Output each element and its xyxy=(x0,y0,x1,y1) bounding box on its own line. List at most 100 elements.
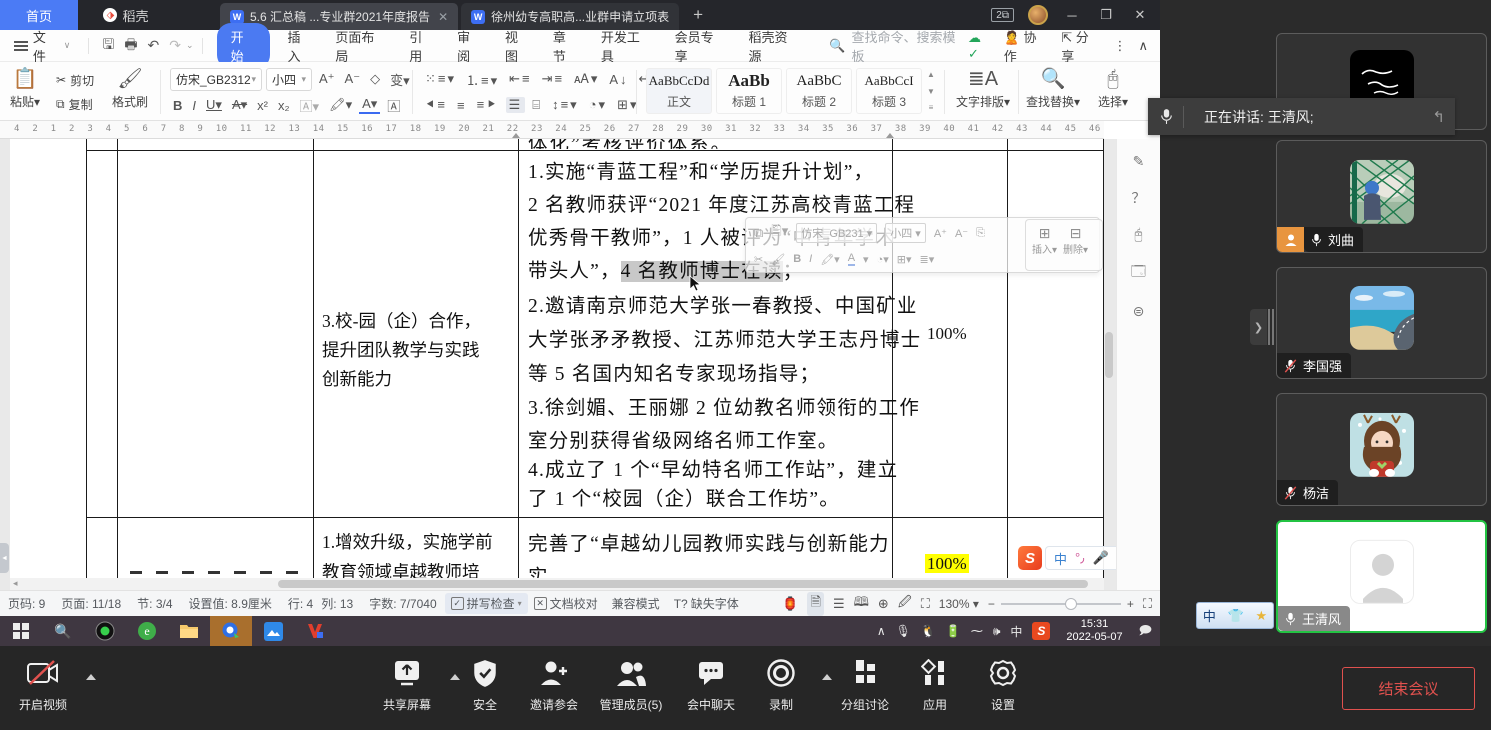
vertical-scroll-thumb[interactable] xyxy=(1105,332,1113,378)
undo-icon[interactable]: ↶ xyxy=(143,37,165,54)
participant-tile-speaking[interactable]: 王清风 xyxy=(1276,520,1487,633)
menu-item-devtools[interactable]: 开发工具 xyxy=(590,27,664,65)
status-setting[interactable]: 设置值: 8.9厘米 xyxy=(181,595,280,612)
wps-app-icon[interactable] xyxy=(294,616,336,646)
tray-volume-icon[interactable]: 🕪 xyxy=(993,624,1001,639)
sort-icon[interactable]: A↓ xyxy=(606,72,631,87)
clear-format-icon[interactable]: ◇ xyxy=(367,71,383,87)
photos-app-icon[interactable] xyxy=(252,616,294,646)
share-button[interactable]: ⇱ 分享 xyxy=(1061,27,1101,65)
left-panel-handle[interactable]: ◄ xyxy=(0,543,9,573)
compat-mode-badge[interactable]: 兼容模式 xyxy=(604,595,668,612)
style-heading1[interactable]: AaBb 标题 1 xyxy=(716,68,782,114)
find-replace-button[interactable]: 🔍 查找替换▾ xyxy=(1024,67,1082,110)
layers-icon[interactable]: ⊜ xyxy=(1133,303,1145,320)
italic-icon[interactable]: I xyxy=(189,98,199,113)
horizontal-scrollbar[interactable]: ◂ xyxy=(10,578,1104,590)
account-avatar[interactable] xyxy=(1028,5,1048,25)
tray-expand-icon[interactable]: ∧ xyxy=(877,624,886,638)
redo-icon[interactable]: ↷ xyxy=(164,37,186,54)
participant-tile[interactable]: 刘曲 xyxy=(1276,140,1487,253)
status-page[interactable]: 页面: 11/18 xyxy=(53,595,129,612)
style-normal[interactable]: AaBbCcDd 正文 xyxy=(646,68,712,114)
note-icon[interactable]: 🗔 xyxy=(1131,261,1146,285)
save-icon[interactable]: 🖫 xyxy=(97,34,119,58)
invite-button[interactable]: 邀请参会 xyxy=(515,654,593,713)
distribute-icon[interactable]: ⌸ xyxy=(529,97,545,113)
minimize-button[interactable]: ─ xyxy=(1062,8,1082,23)
close-button[interactable]: ✕ xyxy=(1130,7,1150,23)
style-heading3[interactable]: AaBbCcI 标题 3 xyxy=(856,68,922,114)
menu-item-review[interactable]: 审阅 xyxy=(446,27,494,65)
font-size-select[interactable]: 小四▾ xyxy=(266,68,312,91)
video-options-arrow[interactable] xyxy=(86,674,96,680)
panel-collapse-button[interactable]: ❯ xyxy=(1250,309,1267,345)
tab-home[interactable]: 首页 xyxy=(0,0,78,30)
zoom-out-icon[interactable]: − xyxy=(988,597,995,611)
end-meeting-button[interactable]: 结束会议 xyxy=(1342,667,1475,710)
cloud-sync-icon[interactable]: ☁✓ xyxy=(968,30,992,62)
pinyin-guide-icon[interactable]: 变▾ xyxy=(387,70,413,89)
zoom-slider-knob[interactable] xyxy=(1065,598,1077,610)
file-explorer-icon[interactable] xyxy=(168,616,210,646)
underline-icon[interactable]: U▾ xyxy=(203,97,225,113)
notification-center-icon[interactable]: 🗩 xyxy=(1139,621,1152,642)
quickbar-chevron-icon[interactable]: ⌄ xyxy=(186,40,194,51)
status-page-number[interactable]: 页码: 9 xyxy=(0,595,53,612)
format-painter-button[interactable]: 🖌 格式刷 xyxy=(112,67,148,110)
copy-button[interactable]: ⧉ 复制 xyxy=(56,92,93,116)
spell-check-toggle[interactable]: ✓拼写检查▾ xyxy=(445,593,528,614)
tray-wifi-icon[interactable]: ⁓ xyxy=(971,624,983,638)
horizontal-scroll-thumb[interactable] xyxy=(278,580,1088,588)
proofread-toggle[interactable]: ✕文档校对 xyxy=(528,593,604,614)
select-button[interactable]: 🖰 选择▾ xyxy=(1090,67,1136,110)
zoom-in-icon[interactable]: + xyxy=(1127,597,1134,611)
font-name-select[interactable]: 仿宋_GB2312▾ xyxy=(170,68,262,91)
menu-item-docer-resources[interactable]: 稻壳资源 xyxy=(737,27,811,65)
numbered-list-icon[interactable]: ⒈≡▾ xyxy=(463,70,502,89)
justify-icon[interactable]: ☰ xyxy=(506,97,526,113)
decrease-font-icon[interactable]: A⁻ xyxy=(342,71,364,87)
table-delete-button[interactable]: ⊟删除▾ xyxy=(1063,225,1088,265)
style-gallery-scroll[interactable]: ▲▼≡ xyxy=(924,68,938,114)
ime-tool-icon[interactable]: °٫ xyxy=(1075,550,1084,566)
recorder-app-icon[interactable] xyxy=(84,616,126,646)
indent-marker[interactable] xyxy=(886,133,894,138)
superscript-icon[interactable]: x² xyxy=(254,98,271,113)
new-tab-button[interactable]: + xyxy=(679,0,717,30)
align-left-icon[interactable]: ⯇≡ xyxy=(422,97,450,113)
paste-button[interactable]: 📋 粘贴▾ xyxy=(10,67,40,110)
tab-docer[interactable]: ⬗ 稻壳 xyxy=(78,0,174,30)
collaborate-button[interactable]: 🙎 协作 xyxy=(1004,27,1050,65)
chat-button[interactable]: 会中聊天 xyxy=(672,654,750,713)
reply-arrow-icon[interactable]: ↰ xyxy=(1432,108,1445,126)
participant-tile[interactable]: 李国强 xyxy=(1276,267,1487,379)
tray-mic-icon[interactable]: 🎙 xyxy=(896,624,911,638)
char-border-icon[interactable]: 🄰 xyxy=(384,96,403,115)
document-page[interactable]: 体化”考核评价体系。 3.校-园（企）合作， 提升团队教学与实践 创新能力 1.… xyxy=(10,139,1104,578)
page-view-icon[interactable]: 🗎 xyxy=(807,592,823,616)
share-screen-button[interactable]: 共享屏幕 xyxy=(368,654,446,713)
read-view-icon[interactable]: 🕮 xyxy=(854,593,869,615)
ime-mic-icon[interactable]: 🎤 xyxy=(1092,550,1108,566)
more-menu-icon[interactable]: ⋮ xyxy=(1113,38,1126,54)
outline-view-icon[interactable]: ☰ xyxy=(833,596,845,612)
table-insert-button[interactable]: ⊞插入▾ xyxy=(1032,225,1057,265)
text-direction-icon[interactable]: 🗚▾ xyxy=(571,71,602,87)
align-center-icon[interactable]: ≡ xyxy=(454,98,470,113)
floating-table-toolbar[interactable]: ⊞插入▾ ⊟删除▾ xyxy=(1025,219,1103,271)
tray-qq-icon[interactable]: 🐧 xyxy=(921,624,936,638)
text-layout-button[interactable]: ≣A 文字排版▾ xyxy=(952,67,1014,110)
collapse-ribbon-icon[interactable]: ∧ xyxy=(1138,38,1148,54)
help-icon[interactable]: ？ xyxy=(1132,188,1146,208)
settings-button[interactable]: 设置 xyxy=(964,654,1042,713)
zoom-slider[interactable]: − + xyxy=(988,597,1134,611)
align-right-icon[interactable]: ≡⯈ xyxy=(474,97,502,113)
missing-font-button[interactable]: T?缺失字体 xyxy=(668,593,745,614)
measure-pen-icon[interactable]: ✎ xyxy=(1133,153,1145,170)
device-sync-badge[interactable]: 2⧉ xyxy=(991,8,1014,22)
toggle-video-button[interactable]: 开启视频 xyxy=(4,654,82,713)
line-spacing-icon[interactable]: ↕≡▾ xyxy=(549,97,582,113)
breakout-button[interactable]: 分组讨论 xyxy=(826,654,904,713)
print-icon[interactable]: 🖶 xyxy=(119,34,142,58)
